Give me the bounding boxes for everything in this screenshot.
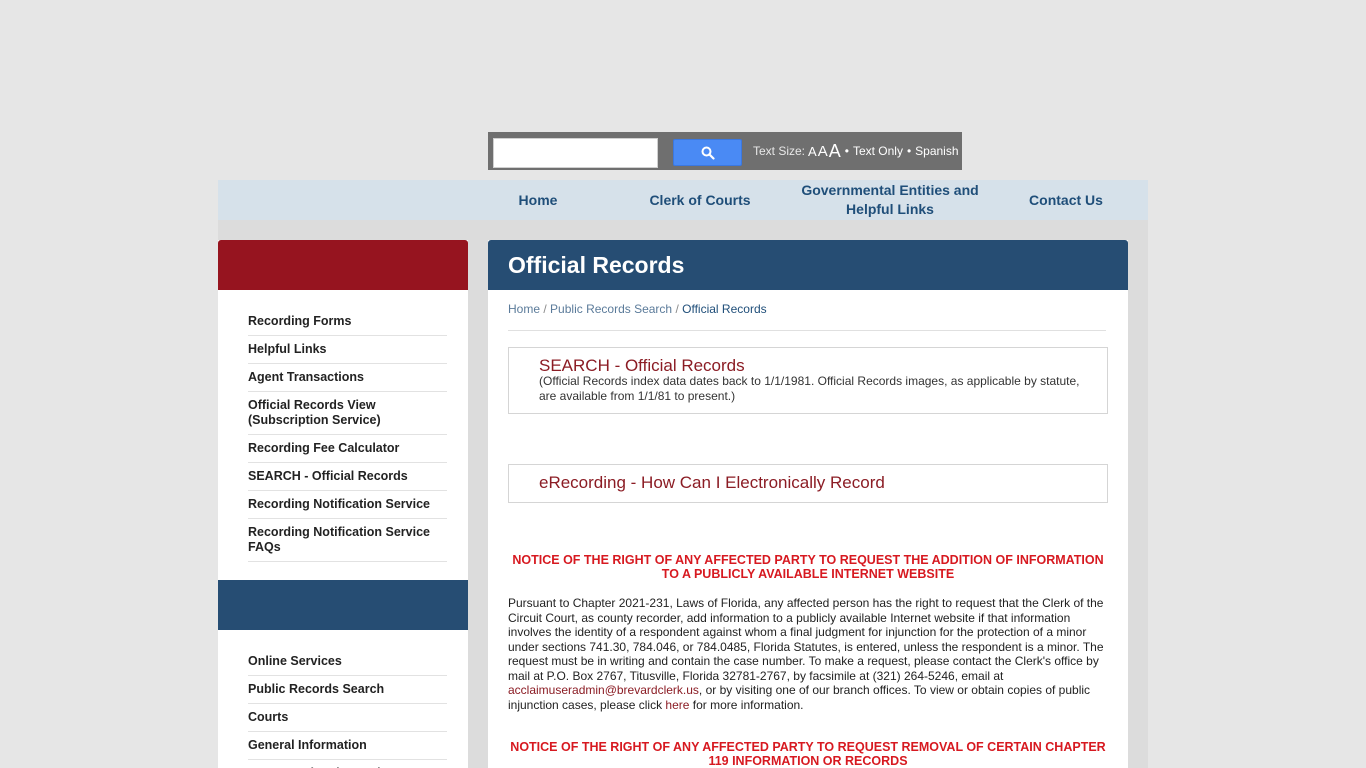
text-size-medium[interactable]: A: [818, 143, 828, 160]
sidebar-item-public-records-search[interactable]: Public Records Search: [248, 676, 447, 704]
erecording-link[interactable]: eRecording - How Can I Electronically Re…: [539, 473, 885, 493]
notice-removal-heading: NOTICE OF THE RIGHT OF ANY AFFECTED PART…: [510, 740, 1106, 768]
spanish-link[interactable]: Spanish: [915, 144, 958, 158]
search-button[interactable]: [673, 139, 742, 166]
here-link[interactable]: here: [665, 698, 689, 712]
sidebar-header-red: [218, 240, 468, 290]
sidebar-item-official-records-view[interactable]: Official Records View (Subscription Serv…: [248, 392, 447, 435]
sidebar-item-general-information[interactable]: General Information: [248, 732, 447, 760]
sidebar-item-recording-fee-calculator[interactable]: Recording Fee Calculator: [248, 435, 447, 463]
breadcrumb-separator: /: [675, 302, 679, 316]
search-input[interactable]: [493, 138, 658, 168]
sidebar-item-recording-forms[interactable]: Recording Forms: [248, 313, 447, 336]
breadcrumb-public-records-search[interactable]: Public Records Search: [550, 302, 672, 316]
sidebar-item-online-services[interactable]: Online Services: [248, 653, 447, 676]
sidebar-item-county-related-functions[interactable]: County Related Functions: [248, 760, 447, 768]
erecording-box[interactable]: eRecording - How Can I Electronically Re…: [508, 464, 1108, 503]
text-size-controls: Text Size: A A A • Text Only • Spanish: [753, 132, 959, 170]
notice-addition-heading: NOTICE OF THE RIGHT OF ANY AFFECTED PART…: [512, 553, 1104, 581]
paragraph-text: Pursuant to Chapter 2021-231, Laws of Fl…: [508, 596, 1104, 683]
sidebar-item-recording-notification-service[interactable]: Recording Notification Service: [248, 491, 447, 519]
breadcrumb-current: Official Records: [682, 302, 767, 316]
notice-addition-paragraph: Pursuant to Chapter 2021-231, Laws of Fl…: [508, 596, 1108, 712]
main-nav: Home Clerk of Courts Governmental Entiti…: [218, 180, 1148, 220]
utility-bar: Text Size: A A A • Text Only • Spanish: [488, 132, 962, 170]
nav-home[interactable]: Home: [488, 180, 588, 220]
text-size-large[interactable]: A: [829, 141, 841, 162]
separator: •: [844, 144, 849, 158]
text-size-label: Text Size:: [753, 144, 806, 158]
sidebar-item-agent-transactions[interactable]: Agent Transactions: [248, 364, 447, 392]
nav-clerk-of-courts[interactable]: Clerk of Courts: [630, 180, 770, 220]
sidebar-menu-recording: Recording Forms Helpful Links Agent Tran…: [248, 313, 447, 562]
nav-governmental-entities[interactable]: Governmental Entities and Helpful Links: [800, 180, 980, 220]
main-header: Official Records: [488, 240, 1128, 290]
search-official-records-description: (Official Records index data dates back …: [539, 374, 1080, 403]
sidebar-menu-services: Online Services Public Records Search Co…: [248, 653, 447, 768]
search-official-records-link[interactable]: SEARCH - Official Records: [539, 356, 745, 376]
sidebar-item-courts[interactable]: Courts: [248, 704, 447, 732]
sidebar-header-blue: [218, 580, 468, 630]
breadcrumb-separator: /: [543, 302, 547, 316]
sidebar-item-recording-notification-faqs[interactable]: Recording Notification Service FAQs: [248, 519, 447, 562]
breadcrumb-divider: [508, 330, 1106, 331]
email-link[interactable]: acclaimuseradmin@brevardclerk.us: [508, 683, 699, 697]
nav-contact-us[interactable]: Contact Us: [1016, 180, 1116, 220]
search-official-records-box[interactable]: SEARCH - Official Records (Official Reco…: [508, 347, 1108, 414]
text-only-link[interactable]: Text Only: [853, 144, 903, 158]
paragraph-text: for more information.: [689, 697, 804, 712]
separator: •: [906, 144, 912, 158]
page-title: Official Records: [508, 252, 685, 278]
text-size-small[interactable]: A: [808, 144, 817, 159]
sidebar-item-search-official-records[interactable]: SEARCH - Official Records: [248, 463, 447, 491]
breadcrumb-home[interactable]: Home: [508, 302, 540, 316]
search-icon: [701, 146, 715, 160]
breadcrumb: Home / Public Records Search / Official …: [508, 302, 767, 316]
sidebar-item-helpful-links[interactable]: Helpful Links: [248, 336, 447, 364]
